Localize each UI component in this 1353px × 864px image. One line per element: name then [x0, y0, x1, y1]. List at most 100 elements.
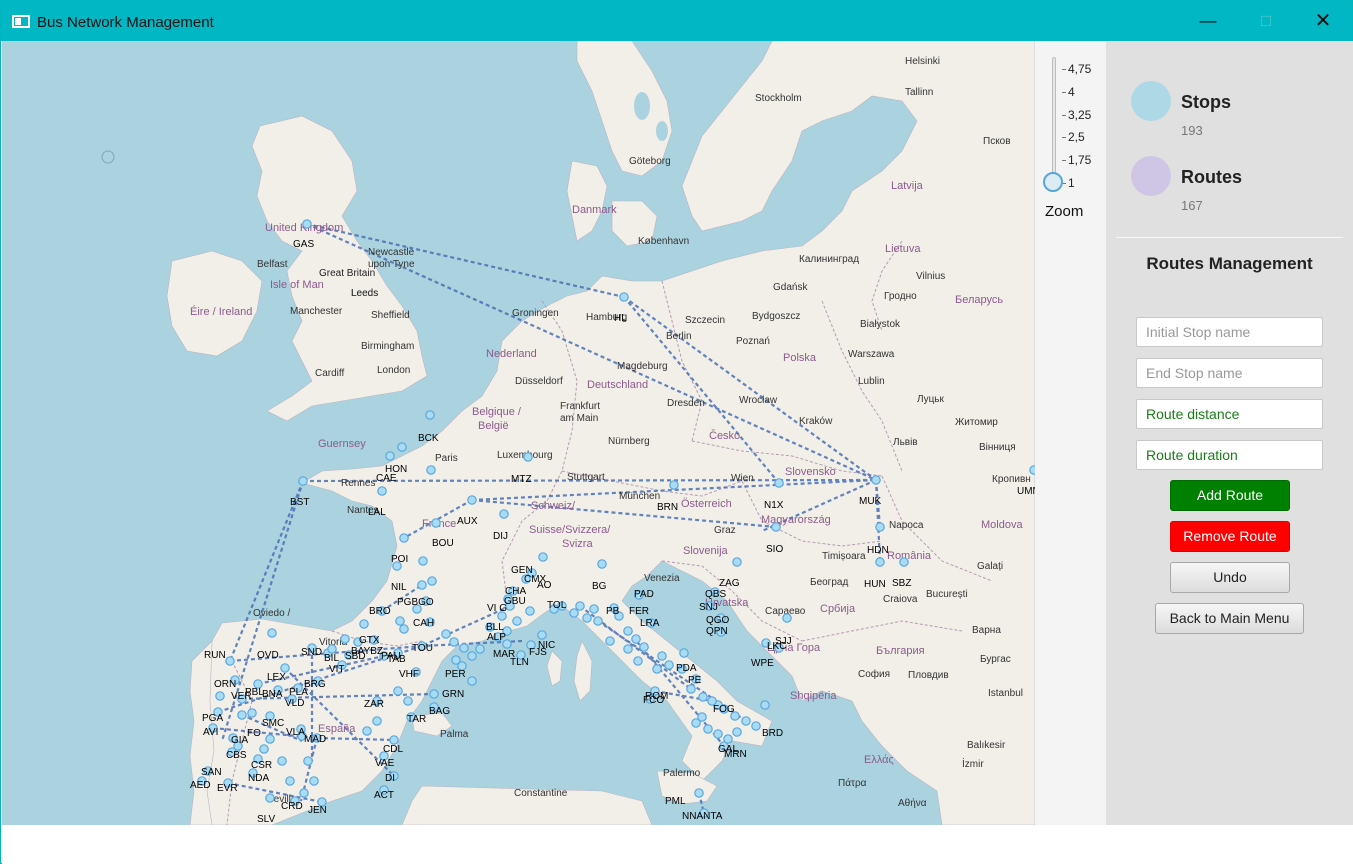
- remove-route-button[interactable]: Remove Route: [1170, 521, 1290, 552]
- stop-marker[interactable]: [327, 644, 337, 654]
- stop-marker[interactable]: [397, 442, 407, 452]
- stop-marker[interactable]: [265, 793, 275, 803]
- stop-marker[interactable]: [429, 689, 439, 699]
- stop-marker[interactable]: [393, 686, 403, 696]
- stop-marker[interactable]: [395, 616, 405, 626]
- stop-marker[interactable]: [875, 557, 885, 567]
- stop-marker[interactable]: [741, 716, 751, 726]
- undo-button[interactable]: Undo: [1170, 562, 1290, 593]
- zoom-slider-thumb[interactable]: [1043, 172, 1063, 192]
- stop-marker[interactable]: [597, 559, 607, 569]
- stop-marker[interactable]: [425, 410, 435, 420]
- stop-marker[interactable]: [285, 776, 295, 786]
- stop-marker[interactable]: [417, 580, 427, 590]
- stop-marker[interactable]: [593, 616, 603, 626]
- stop-marker[interactable]: [377, 486, 387, 496]
- stop-marker[interactable]: [679, 648, 689, 658]
- stop-marker[interactable]: [664, 660, 674, 670]
- stop-marker[interactable]: [623, 644, 633, 654]
- stop-marker[interactable]: [523, 452, 533, 462]
- stop-marker[interactable]: [774, 478, 784, 488]
- stop-marker[interactable]: [215, 691, 225, 701]
- stop-marker[interactable]: [303, 756, 313, 766]
- stop-marker[interactable]: [225, 656, 235, 666]
- stop-marker[interactable]: [259, 744, 269, 754]
- stop-marker[interactable]: [267, 628, 277, 638]
- stop-marker[interactable]: [631, 634, 641, 644]
- stop-marker[interactable]: [713, 729, 723, 739]
- stop-marker[interactable]: [389, 735, 399, 745]
- stop-marker[interactable]: [475, 644, 485, 654]
- stop-marker[interactable]: [499, 509, 509, 519]
- route-duration-input[interactable]: [1136, 440, 1323, 470]
- stop-marker[interactable]: [698, 692, 708, 702]
- stop-marker[interactable]: [875, 522, 885, 532]
- stop-marker[interactable]: [657, 651, 667, 661]
- title-bar[interactable]: Bus Network Management — □ ✕: [1, 1, 1352, 41]
- map-view[interactable]: Helsinki Tallinn Stockholm Göteborg Latvija D…: [2, 41, 1035, 825]
- stop-marker[interactable]: [459, 643, 469, 653]
- stop-marker[interactable]: [691, 718, 701, 728]
- back-to-main-menu-button[interactable]: Back to Main Menu: [1155, 603, 1304, 634]
- stop-marker[interactable]: [619, 292, 629, 302]
- stop-marker[interactable]: [427, 576, 437, 586]
- stop-marker[interactable]: [441, 629, 451, 639]
- stop-marker[interactable]: [237, 710, 247, 720]
- close-button[interactable]: ✕: [1294, 1, 1352, 41]
- zoom-slider-track[interactable]: [1052, 57, 1056, 185]
- stop-marker[interactable]: [247, 708, 257, 718]
- stop-marker[interactable]: [399, 533, 409, 543]
- add-route-button[interactable]: Add Route: [1170, 480, 1290, 511]
- stop-marker[interactable]: [362, 726, 372, 736]
- stop-marker[interactable]: [732, 557, 742, 567]
- stop-marker[interactable]: [703, 724, 713, 734]
- stop-marker[interactable]: [899, 557, 909, 567]
- stop-marker[interactable]: [403, 696, 413, 706]
- stop-marker[interactable]: [652, 664, 662, 674]
- stop-marker[interactable]: [782, 613, 792, 623]
- stop-marker[interactable]: [605, 636, 615, 646]
- stop-marker[interactable]: [525, 606, 535, 616]
- stop-marker[interactable]: [582, 613, 592, 623]
- stop-marker[interactable]: [623, 626, 633, 636]
- stop-marker[interactable]: [467, 651, 477, 661]
- stop-marker[interactable]: [385, 451, 395, 461]
- stop-marker[interactable]: [309, 776, 319, 786]
- stop-marker[interactable]: [299, 788, 309, 798]
- stop-marker[interactable]: [771, 522, 781, 532]
- stop-marker[interactable]: [302, 219, 312, 229]
- stop-marker[interactable]: [426, 465, 436, 475]
- stop-marker[interactable]: [418, 556, 428, 566]
- maximize-button[interactable]: □: [1237, 1, 1295, 41]
- stop-marker[interactable]: [359, 619, 369, 629]
- stop-marker[interactable]: [669, 480, 679, 490]
- stop-marker[interactable]: [467, 676, 477, 686]
- stop-marker[interactable]: [732, 727, 742, 737]
- stop-marker[interactable]: [751, 721, 761, 731]
- end-stop-input[interactable]: [1136, 358, 1323, 388]
- minimize-button[interactable]: —: [1179, 1, 1237, 41]
- stop-marker[interactable]: [340, 634, 350, 644]
- stop-marker[interactable]: [467, 495, 477, 505]
- stop-marker[interactable]: [633, 656, 643, 666]
- stop-marker[interactable]: [538, 552, 548, 562]
- stop-marker[interactable]: [537, 630, 547, 640]
- stop-marker[interactable]: [280, 663, 290, 673]
- stop-marker[interactable]: [639, 642, 649, 652]
- stop-marker[interactable]: [694, 788, 704, 798]
- stop-marker[interactable]: [512, 616, 522, 626]
- stop-marker[interactable]: [399, 624, 409, 634]
- map-canvas[interactable]: Helsinki Tallinn Stockholm Göteborg Latvija D…: [2, 41, 1035, 825]
- initial-stop-input[interactable]: [1136, 317, 1323, 347]
- stop-marker[interactable]: [298, 476, 308, 486]
- route-distance-input[interactable]: [1136, 399, 1323, 429]
- stop-marker[interactable]: [265, 734, 275, 744]
- stop-marker[interactable]: [575, 601, 585, 611]
- stop-marker[interactable]: [686, 684, 696, 694]
- stop-marker[interactable]: [760, 700, 770, 710]
- stop-marker[interactable]: [449, 637, 459, 647]
- stop-marker[interactable]: [723, 734, 733, 744]
- stop-marker[interactable]: [569, 608, 579, 618]
- stop-marker[interactable]: [277, 756, 287, 766]
- stop-marker[interactable]: [431, 518, 441, 528]
